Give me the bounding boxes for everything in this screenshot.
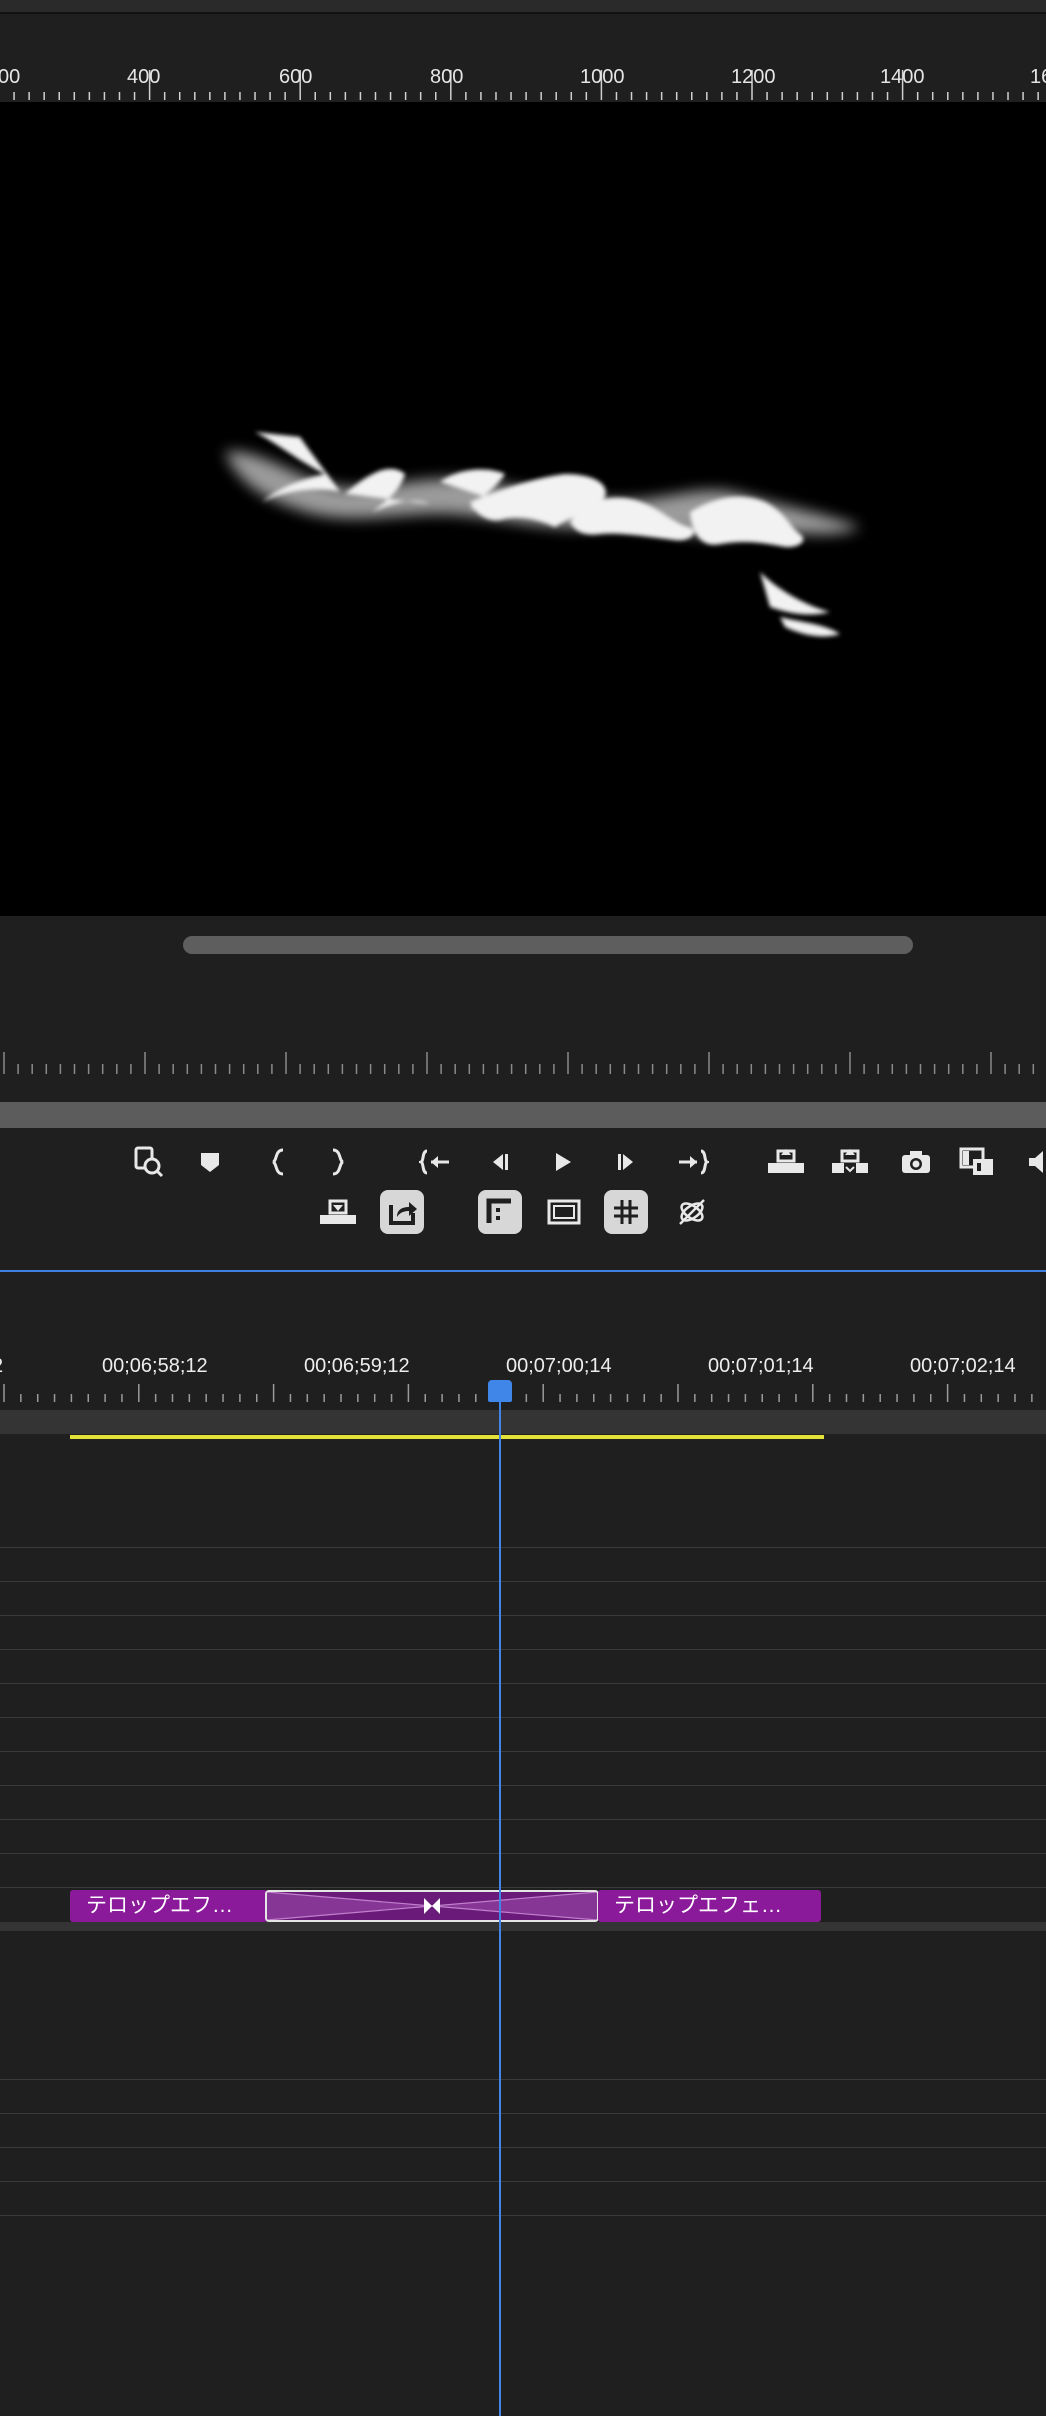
camera-icon[interactable] <box>894 1140 938 1184</box>
track-separator <box>0 1853 1046 1854</box>
timecode-label: 2 <box>0 1355 3 1378</box>
track-separator <box>0 1785 1046 1786</box>
track-separator <box>0 1581 1046 1582</box>
find-icon[interactable] <box>126 1140 170 1184</box>
go-to-out-icon[interactable] <box>670 1140 714 1184</box>
compare-view-icon[interactable] <box>956 1140 1000 1184</box>
step-forward-icon[interactable] <box>604 1140 648 1184</box>
vr-video-toggle-icon[interactable] <box>670 1190 714 1234</box>
viewer-scrollbar-thumb[interactable] <box>183 936 913 954</box>
track-separator <box>0 1819 1046 1820</box>
lift-icon[interactable] <box>764 1140 808 1184</box>
go-to-in-icon[interactable] <box>414 1140 458 1184</box>
timecode-label: 00;07;00;14 <box>506 1355 612 1377</box>
ruler-label: 1400 <box>880 66 925 88</box>
work-area-bar[interactable] <box>0 1410 1046 1434</box>
video-clip[interactable]: テロップエフ… <box>70 1890 268 1922</box>
track-separator <box>0 2113 1046 2114</box>
play-icon[interactable] <box>540 1140 584 1184</box>
track-separator <box>0 1717 1046 1718</box>
volume-icon[interactable] <box>1018 1140 1046 1184</box>
playhead-line[interactable] <box>499 1390 501 2416</box>
ruler-label: 00 <box>0 66 21 88</box>
export-frame-icon[interactable] <box>380 1190 424 1234</box>
timeline-ruler[interactable] <box>0 1384 1046 1404</box>
track-separator <box>0 1649 1046 1650</box>
work-area-range[interactable] <box>70 1435 824 1439</box>
track-separator <box>0 2181 1046 2182</box>
track-separator <box>0 1683 1046 1684</box>
track-separator <box>0 1547 1046 1548</box>
ruler-label: 600 <box>279 66 313 88</box>
frame-guide-icon[interactable] <box>542 1190 586 1234</box>
video-audio-divider[interactable] <box>0 1922 1046 1931</box>
timecode-label: 00;07;01;14 <box>708 1355 814 1377</box>
ruler-label: 16 <box>1030 66 1046 88</box>
distorted-text-graphic <box>225 432 860 637</box>
timeline-top-border <box>0 1270 1046 1272</box>
window-top-bar <box>0 0 1046 14</box>
ruler-label: 800 <box>430 66 464 88</box>
track-separator <box>0 1615 1046 1616</box>
track-separator <box>0 2215 1046 2216</box>
track-separator <box>0 2079 1046 2080</box>
safe-margins-icon[interactable] <box>478 1190 522 1234</box>
timecode-label: 00;07;02;14 <box>910 1355 1016 1377</box>
track-separator <box>0 2147 1046 2148</box>
program-monitor-viewer[interactable] <box>0 102 1046 916</box>
extract-icon[interactable] <box>828 1140 872 1184</box>
track-separator <box>0 1887 1046 1888</box>
ruler-label: 400 <box>127 66 161 88</box>
transition-graphic <box>267 1892 597 1920</box>
insert-icon[interactable] <box>316 1190 360 1234</box>
cross-dissolve-transition[interactable] <box>265 1890 599 1922</box>
timecode-label: 00;06;58;12 <box>102 1355 208 1377</box>
ruler-label: 1200 <box>731 66 776 88</box>
add-marker-icon[interactable] <box>188 1140 232 1184</box>
mini-timeline-ruler[interactable] <box>0 1040 1046 1076</box>
video-clip[interactable]: テロップエフェ… <box>598 1890 821 1922</box>
horizontal-ruler: 00 400 600 800 1000 1200 1400 16 <box>0 14 1046 102</box>
playhead-handle[interactable] <box>488 1380 512 1402</box>
ruler-label: 1000 <box>580 66 625 88</box>
track-separator <box>0 1751 1046 1752</box>
mark-in-icon[interactable] <box>258 1140 302 1184</box>
mark-out-icon[interactable] <box>314 1140 358 1184</box>
step-back-icon[interactable] <box>478 1140 522 1184</box>
grid-icon[interactable] <box>604 1190 648 1234</box>
zoom-scroll-bar[interactable] <box>0 1102 1046 1128</box>
timecode-label: 00;06;59;12 <box>304 1355 410 1377</box>
